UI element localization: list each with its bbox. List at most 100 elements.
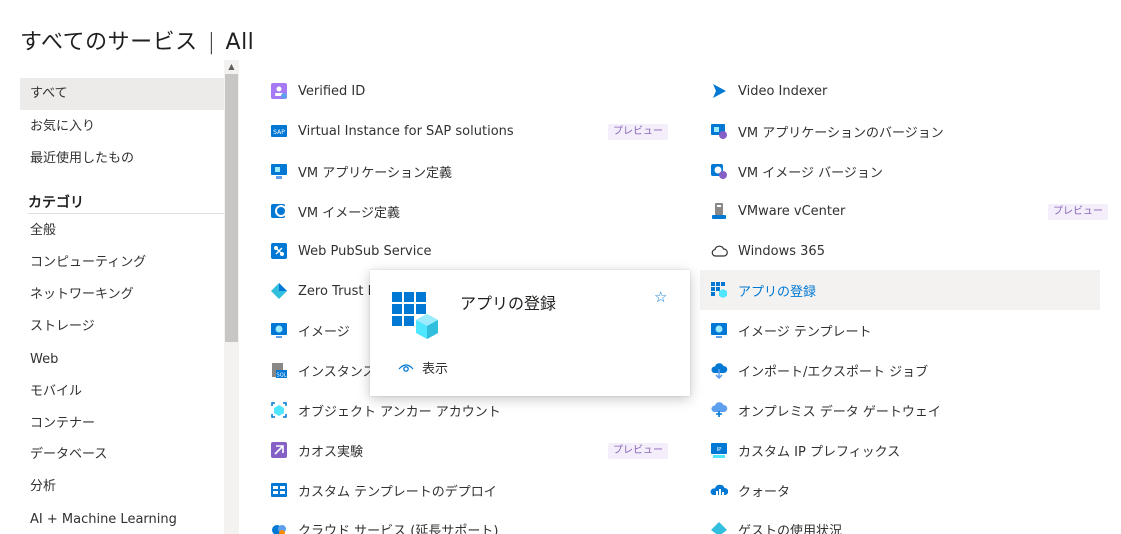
service-label: Windows 365: [738, 243, 825, 259]
sap-icon: SAP: [270, 122, 288, 140]
sidebar-item-analytics[interactable]: 分析: [20, 471, 224, 503]
quota-icon: [710, 481, 728, 499]
page-title-main: すべてのサービス: [20, 30, 198, 55]
vm-image-definition-icon: [270, 202, 288, 220]
image-template-icon: [710, 321, 728, 339]
web-pubsub-icon: [270, 242, 288, 260]
category-sidebar: すべて お気に入り 最近使用したもの カテゴリ 全般 コンピューティング ネット…: [20, 60, 224, 534]
service-label: オブジェクト アンカー アカウント: [298, 404, 501, 420]
preview-badge: プレビュー: [608, 443, 668, 459]
import-export-icon: [710, 361, 728, 379]
svg-text:IP: IP: [717, 447, 723, 453]
vm-app-definition-icon: [270, 162, 288, 180]
service-info-card: アプリの登録 ☆ 表示: [370, 270, 690, 396]
service-windows-365[interactable]: Windows 365: [710, 232, 1100, 270]
service-label: アプリの登録: [738, 284, 817, 300]
scroll-thumb[interactable]: [225, 74, 238, 342]
page-title-filter: All: [225, 30, 255, 55]
service-vmware-vcenter[interactable]: VMware vCenter: [710, 192, 1100, 230]
sidebar-item-web[interactable]: Web: [20, 344, 224, 376]
service-app-registrations[interactable]: アプリの登録: [700, 270, 1100, 310]
service-label: オンプレミス データ ゲートウェイ: [738, 404, 941, 420]
service-label: VM アプリケーション定義: [298, 165, 452, 181]
eye-icon: [398, 362, 414, 374]
custom-ip-icon: IP: [710, 441, 728, 459]
service-label: イメージ: [298, 324, 350, 340]
zero-trust-icon: [270, 282, 288, 300]
service-import-export-jobs[interactable]: インポート/エクスポート ジョブ: [710, 351, 1100, 389]
cloud-outline-icon: [710, 242, 728, 260]
service-label: Verified ID: [298, 83, 366, 99]
sidebar-item-databases[interactable]: データベース: [20, 439, 224, 471]
service-label: カオス実験: [298, 444, 364, 460]
template-deploy-icon: [270, 481, 288, 499]
sidebar-item-storage[interactable]: ストレージ: [20, 311, 224, 343]
service-label: VMware vCenter: [738, 203, 846, 219]
app-registration-icon: [710, 281, 728, 299]
service-vm-app-definition[interactable]: VM アプリケーション定義: [270, 152, 680, 190]
sidebar-item-recent[interactable]: 最近使用したもの: [20, 143, 224, 175]
sidebar-item-containers[interactable]: コンテナー: [20, 408, 224, 440]
service-label: インポート/エクスポート ジョブ: [738, 364, 929, 380]
service-label: クラウド サービス (延長サポート): [298, 523, 499, 534]
object-anchors-icon: [270, 401, 288, 419]
sidebar-item-favorites[interactable]: お気に入り: [20, 111, 224, 143]
view-link[interactable]: 表示: [398, 358, 448, 377]
service-vm-image-version[interactable]: VM イメージ バージョン: [710, 152, 1100, 190]
service-label: Virtual Instance for SAP solutions: [298, 123, 514, 139]
service-on-prem-data-gateway[interactable]: オンプレミス データ ゲートウェイ: [710, 391, 1100, 429]
category-heading: カテゴリ: [28, 195, 84, 211]
service-vm-image-definition[interactable]: VM イメージ定義: [270, 192, 680, 230]
service-label: カスタム テンプレートのデプロイ: [298, 484, 497, 500]
service-video-indexer[interactable]: Video Indexer: [710, 72, 1100, 110]
service-vm-app-version[interactable]: VM アプリケーションのバージョン: [710, 112, 1100, 150]
service-label: ゲストの使用状況: [738, 523, 843, 534]
service-web-pubsub[interactable]: Web PubSub Service: [270, 232, 680, 270]
service-label: イメージ テンプレート: [738, 324, 872, 340]
image-icon: [270, 321, 288, 339]
vmware-vcenter-icon: [710, 202, 728, 220]
view-label: 表示: [422, 362, 449, 377]
service-label: VM アプリケーションのバージョン: [738, 125, 944, 141]
service-image[interactable]: イメージ: [270, 311, 370, 349]
sidebar-item-mobile[interactable]: モバイル: [20, 376, 224, 408]
service-cloud-services-extended[interactable]: クラウド サービス (延長サポート): [270, 510, 680, 534]
sql-instance-icon: SQL: [270, 361, 288, 379]
scroll-up-arrow-icon[interactable]: ▲: [224, 60, 239, 74]
chaos-experiment-icon: [270, 441, 288, 459]
service-label: クォータ: [738, 484, 791, 500]
verified-id-icon: [270, 82, 288, 100]
app-registration-large-icon: [392, 292, 438, 344]
title-separator: |: [207, 30, 216, 55]
data-gateway-icon: [710, 401, 728, 419]
sidebar-item-all[interactable]: すべて: [20, 78, 224, 110]
service-image-template[interactable]: イメージ テンプレート: [710, 311, 1100, 349]
service-custom-ip-prefix[interactable]: IP カスタム IP プレフィックス: [710, 431, 1100, 469]
service-label: VM イメージ バージョン: [738, 165, 883, 181]
preview-badge: プレビュー: [608, 124, 668, 140]
service-zero-trust[interactable]: Zero Trust Ne: [270, 272, 385, 310]
vm-app-version-icon: [710, 122, 728, 140]
service-label: Web PubSub Service: [298, 243, 432, 259]
guest-usage-icon: [710, 520, 728, 534]
service-label: カスタム IP プレフィックス: [738, 444, 901, 460]
star-outline-icon[interactable]: ☆: [654, 288, 667, 306]
page-title: すべてのサービス | All: [20, 24, 254, 56]
sidebar-item-ai-ml[interactable]: AI + Machine Learning: [20, 504, 224, 534]
vm-image-version-icon: [710, 162, 728, 180]
service-object-anchors[interactable]: オブジェクト アンカー アカウント: [270, 391, 680, 429]
sidebar-scrollbar[interactable]: ▲: [224, 60, 239, 534]
category-divider: [28, 213, 224, 214]
service-template-deployment[interactable]: カスタム テンプレートのデプロイ: [270, 471, 680, 509]
service-sql-instance[interactable]: SQL インスタンス プ: [270, 351, 393, 389]
svg-text:SQL: SQL: [277, 373, 287, 379]
svg-text:SAP: SAP: [273, 129, 285, 136]
service-guest-usages[interactable]: ゲストの使用状況: [710, 510, 1100, 534]
service-verified-id[interactable]: Verified ID: [270, 72, 680, 110]
service-label: VM イメージ定義: [298, 205, 400, 221]
video-indexer-icon: [710, 82, 728, 100]
sidebar-item-compute[interactable]: コンピューティング: [20, 247, 224, 279]
service-quotas[interactable]: クォータ: [710, 471, 1100, 509]
sidebar-item-networking[interactable]: ネットワーキング: [20, 279, 224, 311]
sidebar-item-general[interactable]: 全般: [20, 215, 224, 247]
